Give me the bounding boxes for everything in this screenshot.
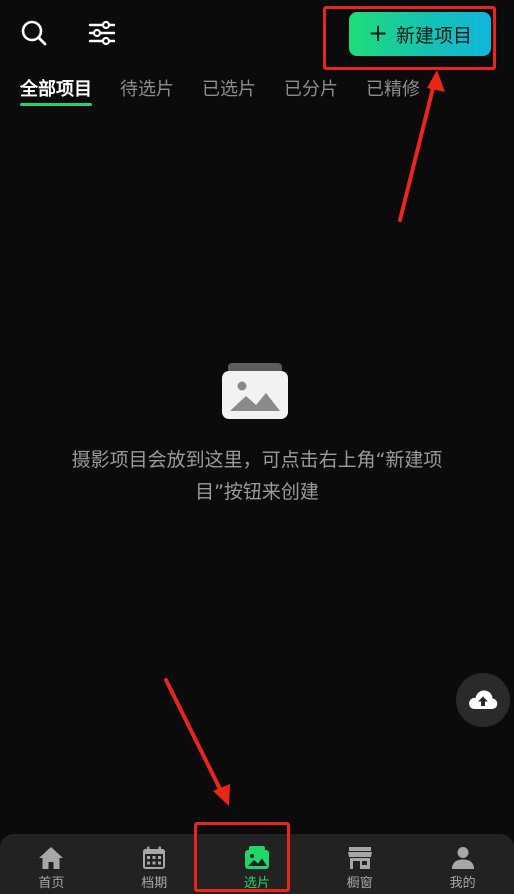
filter-button[interactable]	[82, 13, 122, 53]
search-icon	[21, 20, 47, 46]
calendar-icon	[141, 846, 167, 870]
nav-label-showcase: 橱窗	[346, 876, 373, 891]
cloud-upload-icon	[469, 690, 498, 709]
nav-item-profile[interactable]: 我的	[411, 834, 514, 894]
project-tabs: 全部项目 待选片 已选片 已分片 已精修	[20, 78, 514, 112]
nav-item-showcase[interactable]: 橱窗	[308, 834, 411, 894]
annotation-highlight-new-project	[323, 6, 496, 70]
home-icon	[38, 846, 64, 870]
upload-fab-button[interactable]	[456, 673, 510, 727]
storefront-icon	[347, 846, 373, 870]
search-button[interactable]	[14, 13, 54, 53]
nav-label-schedule: 档期	[141, 876, 168, 891]
tab-retouched[interactable]: 已精修	[366, 78, 420, 108]
tab-all-projects[interactable]: 全部项目	[20, 78, 92, 108]
annotation-highlight-photo-selection	[194, 822, 290, 892]
annotation-arrow-down	[164, 678, 230, 806]
tab-selected[interactable]: 已选片	[202, 78, 256, 108]
nav-label-profile: 我的	[449, 876, 476, 891]
tab-distributed[interactable]: 已分片	[284, 78, 338, 108]
sliders-icon	[88, 20, 116, 46]
nav-label-home: 首页	[38, 876, 65, 891]
empty-state-message: 摄影项目会放到这里，可点击右上角“新建项目”按钮来创建	[71, 449, 443, 503]
photo-stack-icon	[220, 363, 290, 419]
nav-item-home[interactable]: 首页	[0, 834, 103, 894]
tab-pending-selection[interactable]: 待选片	[120, 78, 174, 108]
person-icon	[450, 846, 476, 870]
nav-item-schedule[interactable]: 档期	[103, 834, 206, 894]
